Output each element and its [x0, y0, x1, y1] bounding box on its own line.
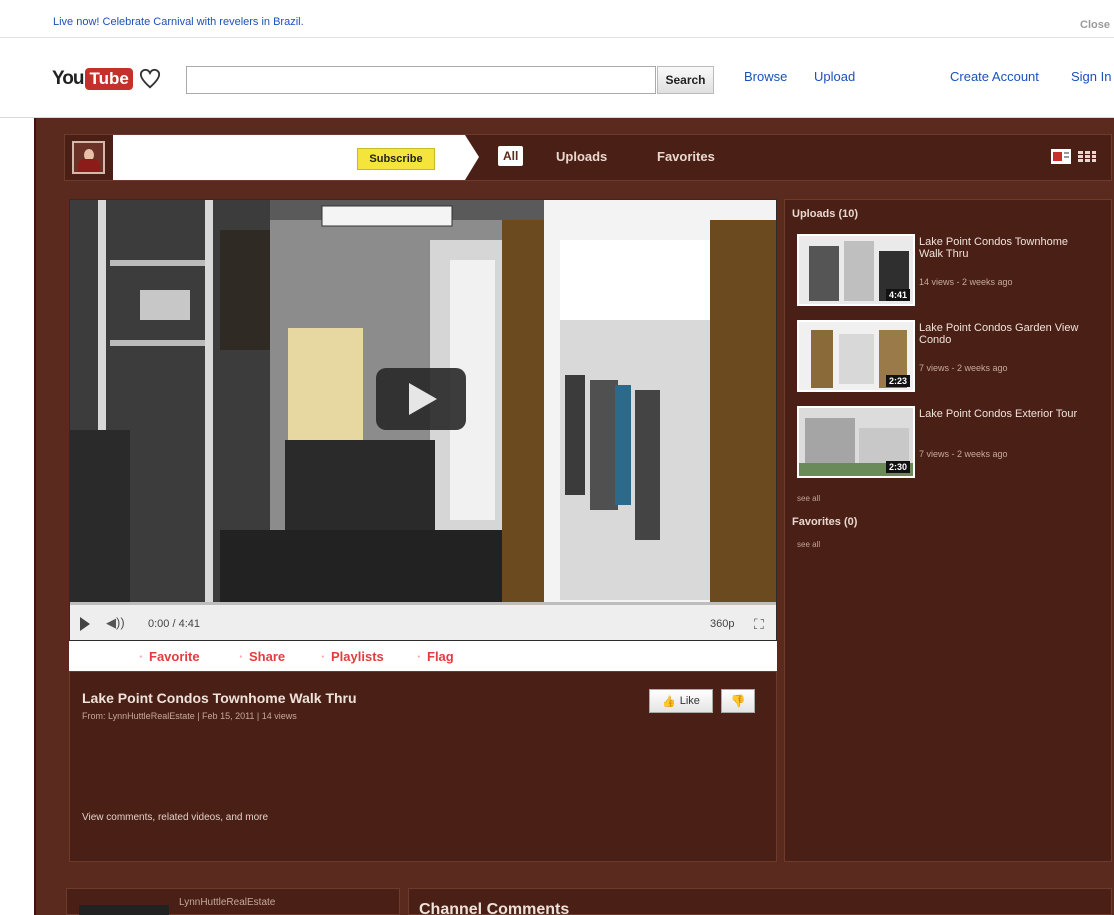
upload-title[interactable]: Lake Point Condos Garden View Condo — [919, 322, 1079, 346]
search-input[interactable] — [186, 66, 656, 94]
duration-badge: 2:30 — [885, 461, 910, 473]
view-more-link[interactable]: View comments, related videos, and more — [82, 812, 268, 823]
upload-item[interactable]: 2:23 — [797, 320, 915, 392]
channel-nav-bar: Subscribe All Uploads Favorites — [64, 134, 1112, 181]
player-view-icon[interactable] — [1051, 149, 1071, 164]
site-header: You Tube Search Browse Upload Create Acc… — [0, 38, 1114, 118]
video-info-panel: Lake Point Condos Townhome Walk Thru Fro… — [69, 671, 777, 862]
duration-badge: 4:41 — [885, 289, 910, 301]
upload-views: 7 views - 2 weeks ago — [919, 449, 1008, 459]
heart-icon — [139, 68, 160, 89]
search-button[interactable]: Search — [657, 66, 714, 94]
tab-favorites[interactable]: Favorites — [657, 149, 715, 164]
upload-link[interactable]: Upload — [814, 69, 855, 84]
upload-item[interactable]: 4:41 — [797, 234, 915, 306]
profile-thumbnail[interactable] — [79, 905, 169, 915]
upload-title[interactable]: Lake Point Condos Townhome Walk Thru — [919, 236, 1079, 260]
video-actions-bar: Favorite Share Playlists Flag — [69, 641, 777, 671]
uploads-see-all-link[interactable]: see all — [797, 494, 820, 503]
youtube-logo[interactable]: You Tube — [52, 66, 161, 92]
video-thumbnail[interactable]: 2:30 — [797, 406, 915, 478]
duration-badge: 2:23 — [885, 375, 910, 387]
like-button[interactable]: 👍 Like — [649, 689, 713, 713]
logo-tube-text: Tube — [85, 68, 133, 90]
video-player[interactable]: ◀)) 0:00 / 4:41 360p ⛶ — [69, 199, 777, 641]
uploads-header[interactable]: Uploads (10) — [792, 208, 858, 220]
fullscreen-icon[interactable]: ⛶ — [754, 616, 764, 633]
channel-profile-box: LynnHuttleRealEstate — [66, 888, 400, 915]
favorite-button[interactable]: Favorite — [139, 649, 199, 664]
browse-link[interactable]: Browse — [744, 69, 787, 84]
favorites-header[interactable]: Favorites (0) — [792, 516, 857, 528]
like-label: Like — [679, 695, 700, 707]
share-button[interactable]: Share — [239, 649, 285, 664]
upload-views: 7 views - 2 weeks ago — [919, 363, 1008, 373]
thumbs-down-icon: 👎 — [730, 694, 746, 708]
channel-comments-box: Channel Comments — [408, 888, 1112, 915]
play-overlay-button[interactable] — [376, 368, 466, 430]
create-account-link[interactable]: Create Account — [950, 69, 1039, 84]
subscribe-button[interactable]: Subscribe — [357, 148, 435, 170]
video-meta: From: LynnHuttleRealEstate | Feb 15, 201… — [82, 711, 297, 721]
upload-views: 14 views - 2 weeks ago — [919, 277, 1013, 287]
video-title: Lake Point Condos Townhome Walk Thru — [82, 690, 357, 706]
video-thumbnail[interactable]: 4:41 — [797, 234, 915, 306]
grid-view-icon[interactable] — [1077, 149, 1097, 164]
channel-name[interactable]: LynnHuttleRealEstate — [179, 897, 275, 908]
volume-icon[interactable]: ◀)) — [106, 615, 125, 631]
upload-item[interactable]: 2:30 — [797, 406, 915, 478]
thumbs-up-icon: 👍 — [662, 695, 676, 708]
channel-page: Subscribe All Uploads Favorites ◀)) 0:00… — [34, 118, 1114, 915]
announcement-banner: Live now! Celebrate Carnival with revele… — [0, 0, 1114, 38]
time-display: 0:00 / 4:41 — [148, 618, 200, 630]
logo-you-text: You — [52, 68, 85, 89]
avatar-body — [78, 159, 100, 172]
video-thumbnail[interactable]: 2:23 — [797, 320, 915, 392]
play-icon[interactable] — [80, 617, 90, 631]
channel-name-plate: Subscribe — [113, 135, 479, 180]
tab-all[interactable]: All — [498, 146, 524, 166]
upload-title[interactable]: Lake Point Condos Exterior Tour — [919, 408, 1079, 420]
dislike-button[interactable]: 👎 — [721, 689, 755, 713]
flag-button[interactable]: Flag — [417, 649, 454, 664]
quality-selector[interactable]: 360p — [710, 618, 734, 630]
playlists-button[interactable]: Playlists — [321, 649, 384, 664]
banner-close-button[interactable]: Close — [1080, 19, 1110, 31]
favorites-see-all-link[interactable]: see all — [797, 540, 820, 549]
sign-in-link[interactable]: Sign In — [1071, 69, 1111, 84]
player-controls: ◀)) 0:00 / 4:41 360p ⛶ — [70, 602, 776, 640]
channel-comments-title: Channel Comments — [419, 901, 570, 915]
channel-avatar[interactable] — [72, 141, 105, 174]
banner-promo-link[interactable]: Live now! Celebrate Carnival with revele… — [53, 16, 304, 28]
channel-sidebar: Uploads (10) 4:41 Lake Point Condos Town… — [784, 199, 1112, 862]
tab-uploads[interactable]: Uploads — [556, 149, 607, 164]
page-edge — [34, 118, 36, 915]
